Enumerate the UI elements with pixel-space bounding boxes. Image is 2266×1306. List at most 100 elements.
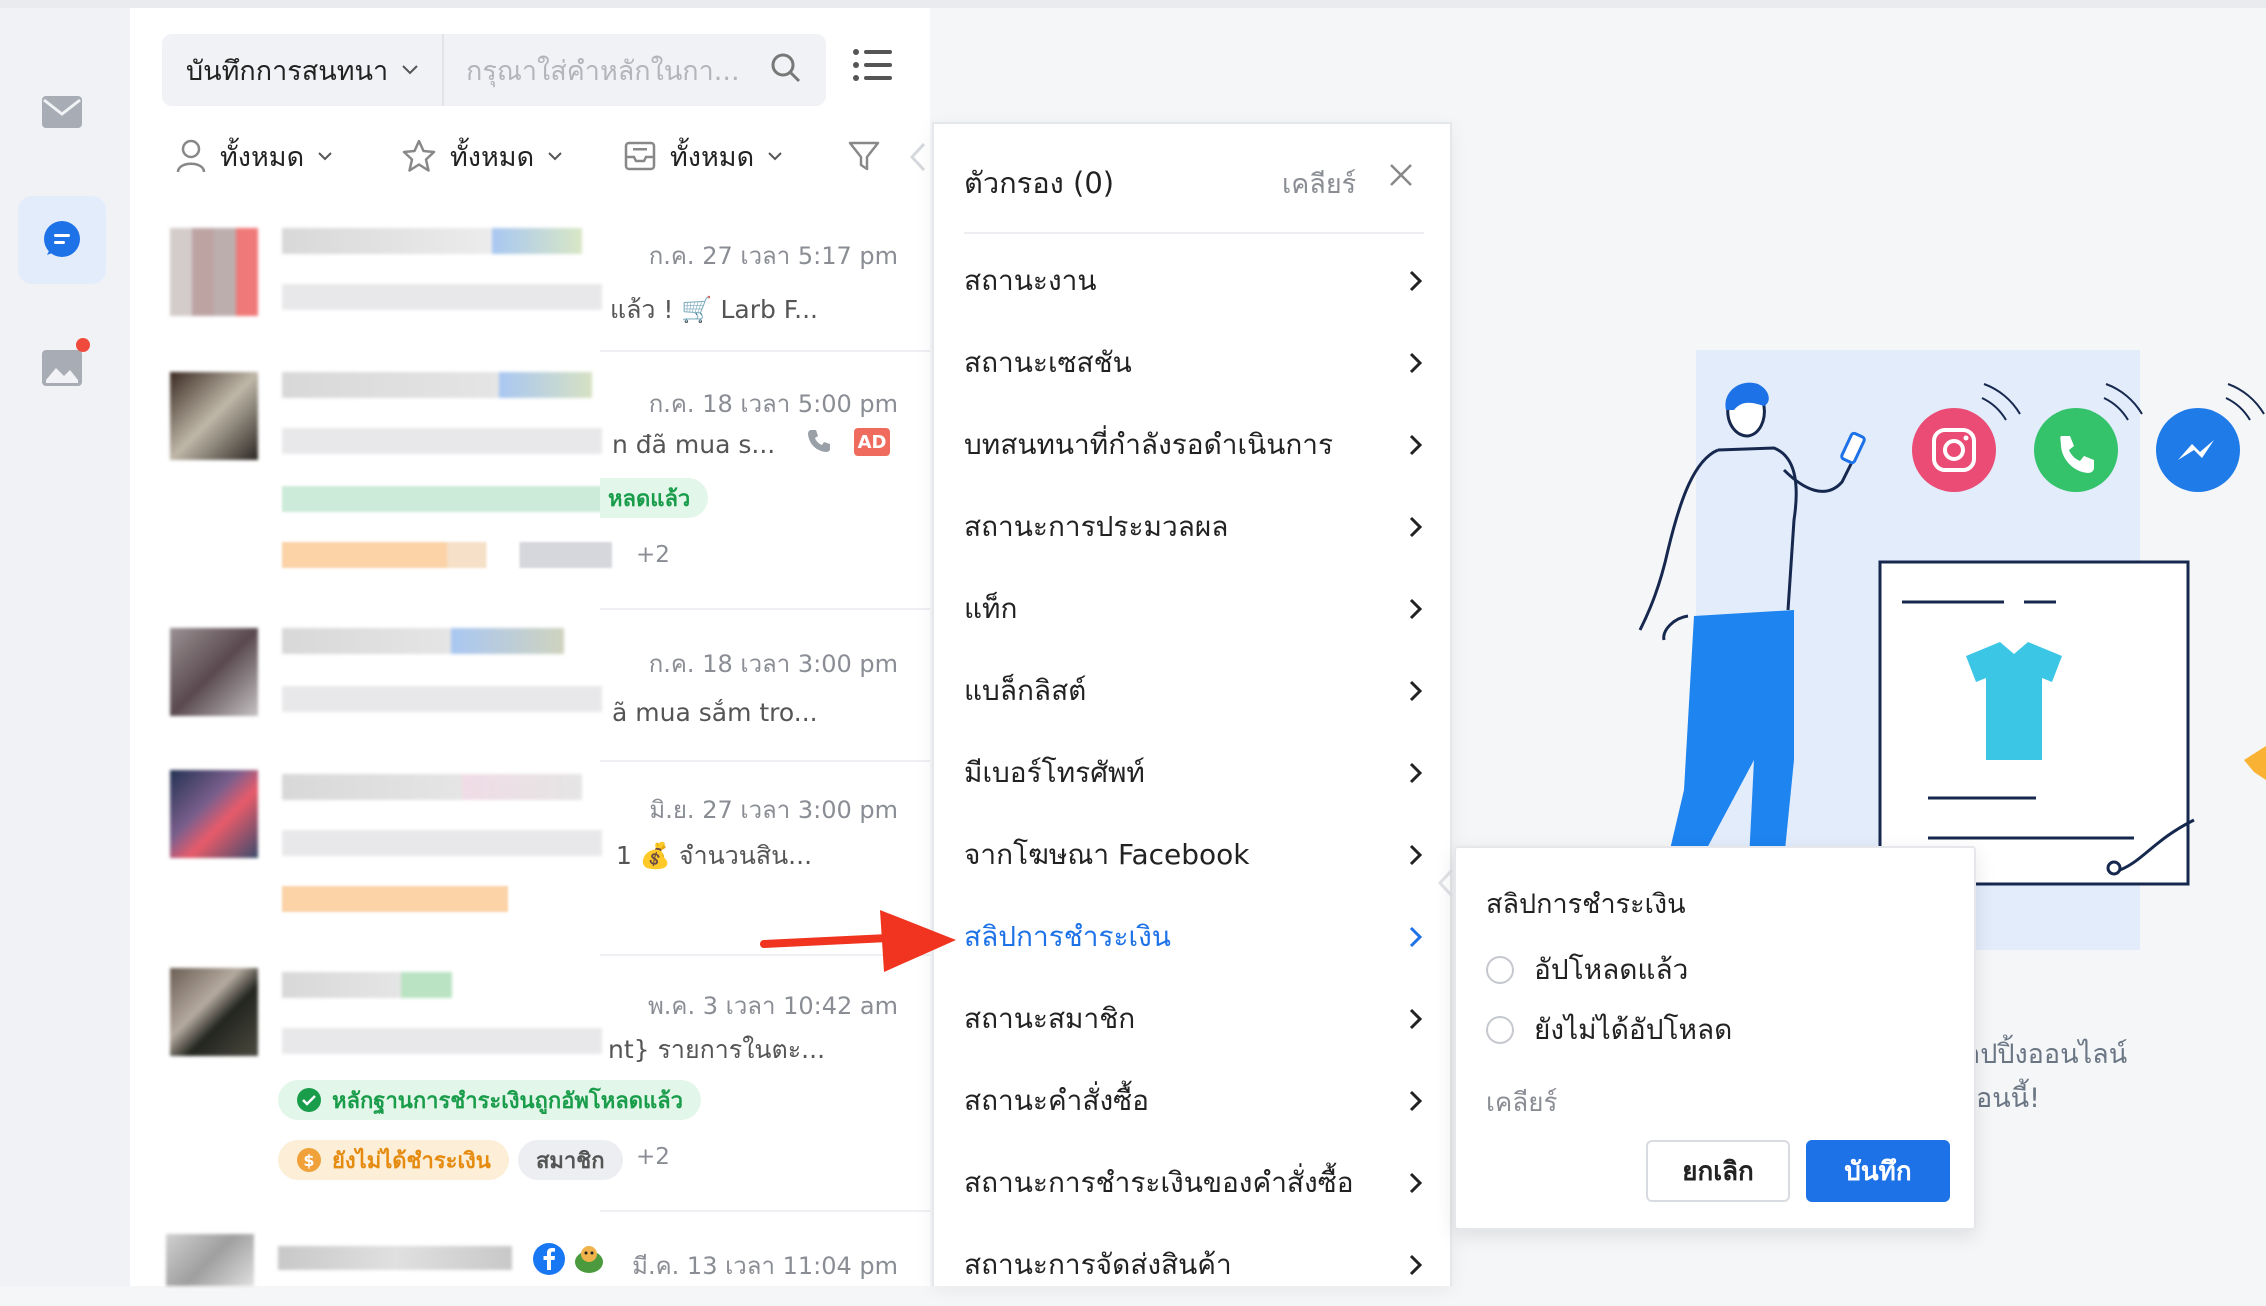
left-rail [0,8,130,1286]
filter-category-item[interactable]: สถานะการจัดส่งสินค้า [964,1224,1424,1306]
chevron-right-icon [1409,1172,1423,1194]
snippet-blurred [282,830,602,856]
filter-inbox[interactable]: ทั้งหมด [624,128,782,184]
option-label: ยังไม่ได้อัปโหลด [1534,1013,1733,1046]
conversation-time: มี.ค. 13 เวลา 11:04 pm [632,1252,898,1280]
filter-category-label: มีเบอร์โทรศัพท์ [964,756,1145,789]
search-toolbar: บันทึกการสนทนา กรุณาใส่คำหลักในกา... [162,34,826,106]
filter-category-item[interactable]: สถานะงาน [964,240,1424,322]
star-icon [402,139,436,172]
chevron-right-icon [1409,1090,1423,1112]
conversation-snippet: แล้ว ! 🛒 Larb F... [610,295,819,324]
filter-category-label: สถานะเซสชัน [964,346,1132,379]
filter-category-item[interactable]: มีเบอร์โทรศัพท์ [964,732,1424,814]
chevron-right-icon [1409,434,1423,456]
chevron-down-icon [402,65,418,75]
payment-slip-subpanel: สลิปการชำระเงิน อัปโหลดแล้ว ยังไม่ได้อัป… [1454,846,1976,1230]
filter-starred[interactable]: ทั้งหมด [402,128,562,184]
avatar [170,628,258,716]
filter-category-label: สถานะงาน [964,264,1097,297]
avatar [166,1234,254,1286]
chevron-right-icon [1409,680,1423,702]
filter-category-item[interactable]: แบล็กลิสต์ [964,650,1424,732]
filter-clear-link[interactable]: เคลียร์ [1282,162,1356,205]
search-button[interactable] [768,50,804,90]
search-input[interactable]: กรุณาใส่คำหลักในกา... [466,34,766,106]
filter-assignee[interactable]: ทั้งหมด [176,128,332,184]
avatar [170,770,258,858]
filter-category-item[interactable]: สถานะสมาชิก [964,978,1424,1060]
conversation-snippet: 1 💰 จำนวนสิน... [616,841,813,870]
collapse-panel-caret[interactable] [908,142,928,176]
radio-button[interactable] [1486,1016,1514,1044]
subpanel-clear-link[interactable]: เคลียร์ [1486,1082,1557,1123]
subpanel-caret [1436,868,1456,902]
filter-category-item[interactable]: แท็ก [964,568,1424,650]
filter-assignee-label: ทั้งหมด [220,141,305,173]
filter-category-item[interactable]: บทสนทนาที่กำลังรอดำเนินการ [964,404,1424,486]
search-icon [771,53,801,83]
chevron-down-icon [768,151,782,160]
chevron-left-icon [909,142,926,172]
contact-name-blurred [282,372,592,398]
filter-category-label: สถานะการประมวลผล [964,510,1229,543]
conversation-snippet: n đã mua s... [612,430,776,459]
rail-media[interactable] [18,324,106,412]
divider [964,232,1424,234]
chevron-right-icon [1409,762,1423,784]
funnel-icon [848,141,880,171]
save-button[interactable]: บันทึก [1806,1140,1950,1202]
filter-category-item[interactable]: สลิปการชำระเงิน [964,896,1424,978]
filter-category-label: สลิปการชำระเงิน [964,920,1171,953]
divider [600,1210,930,1212]
contact-name-blurred [282,774,582,800]
conversation-time: ก.ค. 27 เวลา 5:17 pm [648,242,898,270]
filter-category-item[interactable]: สถานะคำสั่งซื้อ [964,1060,1424,1142]
conversation-time: ก.ค. 18 เวลา 3:00 pm [648,650,898,678]
cancel-button[interactable]: ยกเลิก [1646,1140,1790,1202]
contact-name-blurred [278,1246,512,1270]
more-tags: +2 [636,542,670,568]
chevron-right-icon [1409,270,1423,292]
red-arrow-annotation [760,910,956,972]
filter-category-item[interactable]: จากโฆษณา Facebook [964,814,1424,896]
filter-close-button[interactable] [1388,162,1414,192]
filter-category-label: แบล็กลิสต์ [964,674,1087,707]
filter-category-label: จากโฆษณา Facebook [964,838,1250,871]
chevron-right-icon [1409,1008,1423,1030]
tag-label: หลักฐานการชำระเงินถูกอัพโหลดแล้ว [332,1088,684,1114]
rail-chat[interactable] [18,196,106,284]
svg-text:$: $ [303,1151,314,1170]
divider [600,608,930,610]
chevron-down-icon [548,151,562,160]
list-icon [853,49,892,81]
advanced-filter-button[interactable] [848,128,880,184]
option-not-uploaded[interactable]: ยังไม่ได้อัปโหลด [1486,1008,1732,1052]
rail-mail[interactable] [18,68,106,156]
snippet-blurred [282,428,602,454]
mail-icon [42,96,82,128]
filter-category-label: สถานะคำสั่งซื้อ [964,1084,1149,1117]
tag-label: หลดแล้ว [608,486,691,512]
contact-name-blurred [282,972,452,998]
log-type-select[interactable]: บันทึกการสนทนา [162,34,444,106]
filter-category-label: สถานะสมาชิก [964,1002,1136,1035]
conversation-time: พ.ค. 3 เวลา 10:42 am [647,992,898,1020]
chevron-right-icon [1409,1254,1423,1276]
filter-category-item[interactable]: สถานะการประมวลผล [964,486,1424,568]
filter-category-item[interactable]: สถานะการชำระเงินของคำสั่งซื้อ [964,1142,1424,1224]
option-uploaded[interactable]: อัปโหลดแล้ว [1486,948,1688,992]
tag-label: ยังไม่ได้ชำระเงิน [332,1148,491,1174]
conversation-time: มิ.ย. 27 เวลา 3:00 pm [649,796,898,824]
divider [600,350,930,352]
filter-category-label: สถานะการจัดส่งสินค้า [964,1248,1232,1281]
payment-proof-tag: หลักฐานการชำระเงินถูกอัพโหลดแล้ว [278,1080,702,1120]
window-top-border [0,0,2266,8]
search-placeholder: กรุณาใส่คำหลักในกา... [466,55,740,87]
avatar [170,372,258,460]
snippet-blurred [282,284,602,310]
list-view-button[interactable] [852,48,892,86]
filter-category-label: แท็ก [964,592,1018,625]
filter-category-item[interactable]: สถานะเซสชัน [964,322,1424,404]
radio-button[interactable] [1486,956,1514,984]
